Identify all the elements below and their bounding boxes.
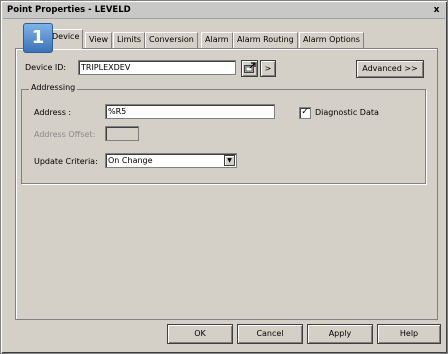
tab-limits[interactable]: Limits — [113, 32, 145, 48]
update-criteria-select[interactable]: On Change ▼ — [105, 153, 237, 168]
step-badge: 1 — [23, 23, 53, 53]
close-button[interactable]: x — [430, 4, 443, 16]
cancel-button[interactable]: Cancel — [237, 324, 303, 344]
apply-button[interactable]: Apply — [307, 324, 373, 344]
address-field[interactable]: %R5 — [105, 104, 275, 119]
title-bar: Point Properties - LEVELD x — [3, 3, 445, 19]
address-offset-field[interactable] — [105, 126, 139, 141]
diagnostic-data-label: Diagnostic Data — [315, 108, 379, 117]
address-offset-label: Address Offset: — [34, 130, 96, 139]
addressing-group-title: Addressing — [29, 83, 78, 92]
diagnostic-data-checkbox[interactable]: ✓ — [299, 107, 311, 119]
help-button[interactable]: Help — [377, 324, 441, 344]
device-tab-panel: Device ID: TRIPLEXDEV > Advanced >> Addr… — [15, 48, 438, 320]
update-criteria-value: On Change — [108, 156, 153, 165]
tab-conversion[interactable]: Conversion — [145, 32, 198, 48]
device-browse-icon — [244, 62, 256, 73]
tab-alarm-options[interactable]: Alarm Options — [299, 32, 364, 48]
window-title: Point Properties - LEVELD — [7, 5, 131, 15]
advanced-button[interactable]: Advanced >> — [356, 60, 424, 78]
tab-device[interactable]: Device — [48, 29, 84, 49]
point-properties-window: Point Properties - LEVELD x 1 Device Vie… — [0, 0, 448, 354]
update-criteria-label: Update Criteria: — [34, 157, 98, 166]
chevron-down-icon[interactable]: ▼ — [224, 155, 235, 166]
device-id-label: Device ID: — [25, 63, 67, 72]
device-next-button[interactable]: > — [260, 60, 276, 77]
tab-alarm[interactable]: Alarm — [201, 32, 233, 48]
tab-view[interactable]: View — [85, 32, 112, 48]
address-label: Address : — [34, 108, 72, 117]
ok-button[interactable]: OK — [167, 324, 233, 344]
device-id-field[interactable]: TRIPLEXDEV — [78, 60, 236, 75]
tab-alarm-routing[interactable]: Alarm Routing — [233, 32, 298, 48]
device-browse-button[interactable] — [241, 60, 258, 77]
